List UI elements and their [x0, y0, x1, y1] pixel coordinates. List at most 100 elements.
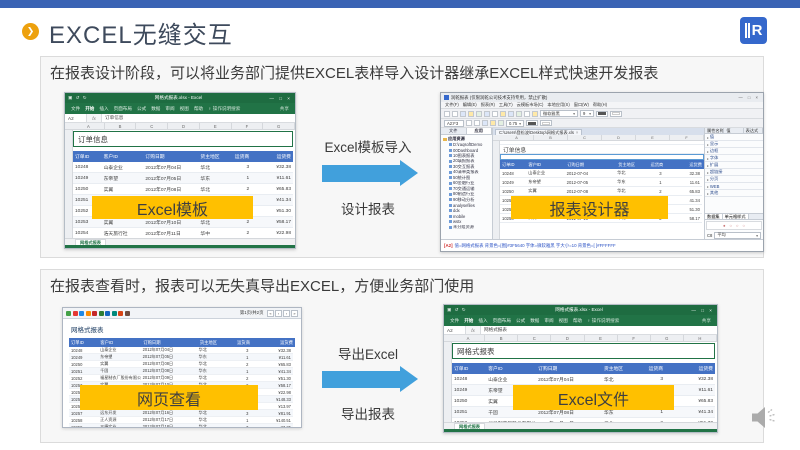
column-header[interactable]: A: [73, 123, 105, 129]
expander-icon[interactable]: ▸: [707, 163, 709, 168]
table-row[interactable]: 10252福星制衣厂股份有限公司2012年07月09日华北2¥51.30: [452, 418, 715, 423]
column-header[interactable]: B: [485, 335, 519, 341]
bold-icon[interactable]: [484, 110, 490, 117]
name-box[interactable]: A2: [65, 114, 87, 122]
report-title-cell[interactable]: 网格式报表: [452, 343, 715, 359]
export-pdf-icon[interactable]: [79, 310, 84, 316]
ribbon-tab[interactable]: 审阅: [544, 318, 553, 324]
ribbon-tab[interactable]: 数据: [151, 106, 160, 112]
ribbon-tab[interactable]: 公式: [516, 318, 525, 324]
expander-icon[interactable]: ▸: [707, 156, 709, 161]
table-row[interactable]: 10257 远东开发 2012年07月16日 华北 3 ¥81.91: [69, 410, 293, 417]
underline-icon[interactable]: [500, 110, 506, 117]
ribbon-tab[interactable]: 帮助: [194, 106, 203, 112]
ribbon-tab[interactable]: 文件: [450, 318, 459, 324]
quick-access-toolbar-icons[interactable]: ▣ ↺ ↻: [68, 95, 88, 101]
column-header[interactable]: E: [636, 135, 670, 140]
column-header[interactable]: D: [168, 123, 200, 129]
save-icon[interactable]: [66, 310, 71, 316]
menu-item[interactable]: 窗口(W): [574, 102, 589, 108]
tell-me-search[interactable]: ♀ 操作说明搜索: [208, 106, 240, 112]
ribbon-tab[interactable]: 视图: [180, 106, 189, 112]
open-icon[interactable]: [452, 110, 458, 117]
tab-file[interactable]: 文件: [441, 128, 467, 134]
align-right-icon[interactable]: [524, 110, 530, 117]
font-family-dropdown[interactable]: 微软雅黑 ▾: [540, 110, 578, 117]
ribbon-tab[interactable]: 帮助: [573, 318, 582, 324]
paste-icon[interactable]: [466, 120, 472, 126]
font-color-swatch[interactable]: [610, 110, 622, 117]
menu-item[interactable]: 云模板市场(C): [517, 102, 544, 108]
tab-dataset[interactable]: 数据集: [705, 214, 723, 219]
ribbon-tab[interactable]: 页面布局: [114, 106, 132, 112]
align-left-icon[interactable]: [508, 110, 514, 117]
property-row[interactable]: ▸ WEB: [705, 183, 763, 190]
radio-button[interactable]: ●: [723, 223, 726, 228]
formula-bar[interactable]: 订单信息: [101, 114, 295, 122]
column-header[interactable]: A: [500, 135, 534, 140]
table-row[interactable]: 10254浩天旅行社2012年07月11日华中2¥22.98: [73, 228, 293, 238]
italic-icon[interactable]: [492, 110, 498, 117]
column-header[interactable]: B: [105, 123, 137, 129]
expander-icon[interactable]: ▸: [707, 191, 709, 196]
radio-button[interactable]: ○: [743, 223, 746, 228]
column-header[interactable]: A: [452, 335, 486, 341]
quick-access-toolbar-icons[interactable]: ▣ ↺ ↻: [447, 307, 467, 313]
format-painter-icon[interactable]: [474, 120, 480, 126]
ribbon-tab[interactable]: 文件: [71, 106, 80, 112]
tab-cell-style[interactable]: 单元格样式: [722, 214, 749, 219]
print-icon[interactable]: [476, 110, 482, 117]
column-header[interactable]: G: [263, 123, 295, 129]
ribbon-tab[interactable]: 开始: [85, 106, 94, 112]
setting-icon[interactable]: [124, 310, 130, 316]
column-header[interactable]: F: [670, 135, 704, 140]
save-icon[interactable]: [460, 110, 466, 117]
background-swatch[interactable]: [540, 120, 552, 126]
tab-app[interactable]: 应用: [466, 128, 492, 134]
name-box[interactable]: A2: [444, 326, 466, 334]
align-center-icon[interactable]: [516, 110, 522, 117]
table-row[interactable]: 10249东帝望2012年07月05日华东1¥11.61: [73, 173, 293, 184]
column-header[interactable]: C: [136, 123, 169, 129]
tell-me-search[interactable]: ♀ 操作说明搜索: [587, 318, 619, 324]
table-row[interactable]: 10248 山泰企业 2012年07月04日 华北 3 ¥32.38: [69, 347, 293, 354]
export-word-icon[interactable]: [92, 310, 97, 316]
property-row[interactable]: ▸ 显示: [705, 141, 763, 148]
column-header[interactable]: C: [518, 335, 552, 341]
export-excel-icon[interactable]: [85, 310, 91, 316]
table-row[interactable]: 10248 山泰企业 2012-07-04 华北 3 32.38: [500, 169, 702, 178]
column-header[interactable]: D: [602, 135, 636, 140]
menu-item[interactable]: 工具(T): [499, 102, 513, 108]
table-row[interactable]: 10250实翼2012年07月08日华北2¥65.83: [69, 361, 293, 368]
property-row[interactable]: ▸ 分页: [705, 176, 763, 183]
column-header[interactable]: G: [651, 335, 684, 341]
ribbon-tab[interactable]: 数据: [530, 318, 539, 324]
print-preview-icon[interactable]: [111, 310, 117, 316]
tree-item[interactable]: 未分组资源: [443, 225, 492, 231]
menu-item[interactable]: 文件(F): [445, 102, 459, 108]
ribbon-tab[interactable]: 开始: [464, 318, 473, 324]
pager-button[interactable]: ‹: [275, 309, 282, 317]
share-button[interactable]: 共享: [702, 318, 711, 324]
pager-button[interactable]: ›: [283, 309, 290, 317]
menu-item[interactable]: 报表(R): [481, 102, 495, 108]
column-header[interactable]: C: [568, 135, 602, 140]
cell-reference-box[interactable]: A2:F3: [444, 119, 464, 127]
email-icon[interactable]: [105, 310, 110, 316]
window-controls[interactable]: — □ ×: [691, 308, 714, 313]
table-row[interactable]: 10251千固2012年07月08日华东1¥41.34: [69, 368, 293, 375]
new-icon[interactable]: [444, 110, 450, 117]
property-row[interactable]: ▸ 值: [705, 134, 763, 141]
table-row[interactable]: 10248 山泰企业 2012年07月04日 华北 3 ¥32.38: [452, 374, 715, 385]
pager-button[interactable]: »: [291, 309, 298, 317]
ribbon-tab[interactable]: 公式: [137, 106, 146, 112]
font-size-dropdown[interactable]: 9 ▾: [580, 110, 594, 117]
column-header[interactable]: E: [200, 123, 232, 129]
ribbon-tab[interactable]: 页面布局: [493, 318, 511, 324]
radio-button[interactable]: ○: [729, 223, 732, 228]
expander-icon[interactable]: ▸: [707, 135, 709, 140]
ribbon-tab[interactable]: 审阅: [165, 106, 174, 112]
menu-item[interactable]: 本地应用(S): [547, 102, 569, 108]
table-row[interactable]: 10252福星制衣厂股份有限公司2012年07月09日华北2¥51.30: [69, 375, 293, 382]
table-row[interactable]: 10258 正人资源 2012年07月17日 华北 1 ¥140.51: [69, 417, 293, 424]
